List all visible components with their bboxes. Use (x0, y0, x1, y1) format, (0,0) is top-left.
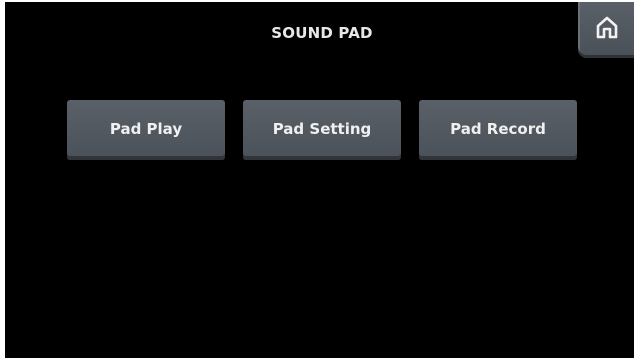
sound-pad-screen: SOUND PAD Pad Play Pad Setting Pad Recor… (5, 2, 634, 358)
home-icon (596, 11, 620, 45)
pad-record-button[interactable]: Pad Record (419, 100, 577, 160)
pad-setting-button[interactable]: Pad Setting (243, 100, 401, 160)
page-title: SOUND PAD (271, 24, 373, 42)
home-button[interactable] (578, 2, 634, 58)
pad-play-button[interactable]: Pad Play (67, 100, 225, 160)
